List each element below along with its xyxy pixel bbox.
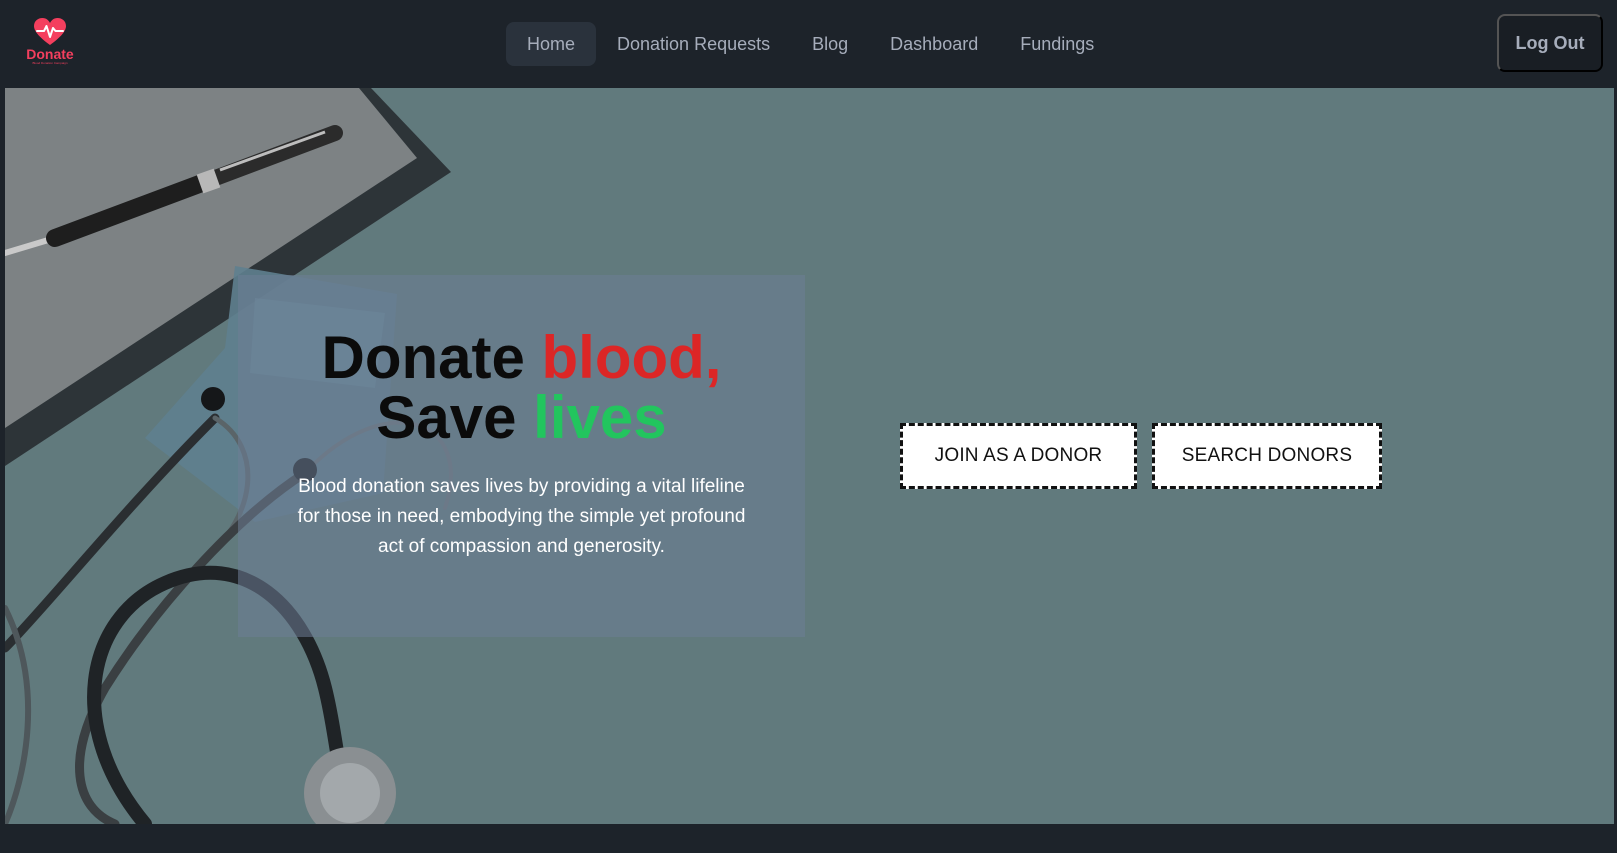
main-menu: Home Donation Requests Blog Dashboard Fu… — [506, 21, 1115, 67]
hero-headline: Donate blood, Save lives — [238, 328, 805, 448]
nav-item-home[interactable]: Home — [506, 22, 597, 66]
hero-banner: Donate blood, Save lives Blood donation … — [5, 88, 1614, 824]
brand-logo[interactable]: Donate Blood Donation Campaign — [22, 18, 78, 68]
nav-item-fundings[interactable]: Fundings — [999, 22, 1115, 66]
brand-name: Donate — [26, 46, 74, 62]
hero-description: Blood donation saves lives by providing … — [297, 476, 746, 557]
nav-item-blog[interactable]: Blog — [791, 22, 869, 66]
logout-button[interactable]: Log Out — [1497, 14, 1603, 72]
heart-pulse-icon — [34, 18, 66, 45]
headline-highlight-lives: lives — [533, 384, 667, 451]
stethoscope-earpiece — [201, 387, 225, 411]
headline-part-2: Save — [376, 384, 534, 451]
headline-highlight-blood: blood, — [541, 324, 722, 391]
navbar: Donate Blood Donation Campaign Home Dona… — [0, 0, 1617, 88]
nav-item-dashboard[interactable]: Dashboard — [869, 22, 999, 66]
nav-item-donation-requests[interactable]: Donation Requests — [596, 22, 791, 66]
join-as-donor-button[interactable]: JOIN AS A DONOR — [900, 423, 1137, 489]
search-donors-button[interactable]: SEARCH DONORS — [1152, 423, 1382, 489]
headline-part-1: Donate — [321, 324, 542, 391]
